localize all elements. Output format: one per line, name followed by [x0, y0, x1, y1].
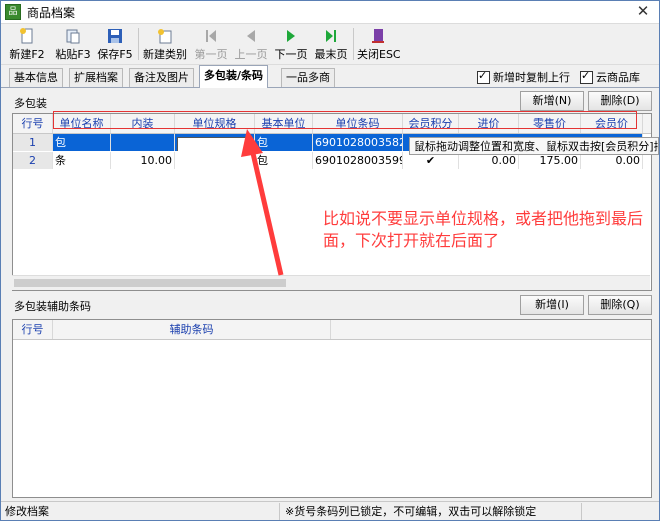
annotation-note: 比如说不要显示单位规格，或者把他拖到最后面，下次打开就在后面了 — [323, 209, 644, 250]
title-bar: 品 商品档案 ✕ — [1, 1, 659, 23]
tab-extended-archive[interactable]: 扩展档案 — [69, 68, 123, 87]
packaging-section-title: 多包装 — [14, 97, 47, 110]
last-page-icon — [326, 30, 336, 42]
status-bar: 修改档案 ※货号条码列已锁定，不可编辑，双击可以解除锁定 — [1, 501, 659, 520]
new-document-icon — [20, 28, 33, 44]
column-tooltip: 鼠标拖动调整位置和宽度、鼠标双击按[会员积分]排 — [409, 137, 659, 155]
row-number-cell: 2 — [13, 152, 53, 169]
first-page-button[interactable]: 第一页 — [191, 26, 231, 62]
save-button[interactable]: 保存F5 — [95, 26, 135, 62]
last-page-button[interactable]: 最末页 — [311, 26, 351, 62]
new-button[interactable]: 新建F2 — [5, 26, 49, 62]
close-button[interactable]: 关闭ESC — [357, 26, 401, 62]
close-window-button[interactable]: ✕ — [635, 2, 651, 20]
save-floppy-icon — [108, 29, 122, 43]
copy-on-new-checkbox[interactable]: 新增时复制上行 — [477, 69, 570, 85]
previous-page-icon — [247, 30, 255, 42]
tab-bar: 基本信息 扩展档案 备注及图片 多包装/条码 一品多商 新增时复制上行 云商品库 — [1, 65, 659, 88]
paste-icon — [66, 29, 80, 44]
delete-aux-barcode-button[interactable]: 删除(Q) — [588, 295, 652, 315]
annotation-arrow-icon — [241, 129, 284, 276]
tab-basic-info[interactable]: 基本信息 — [9, 68, 63, 87]
inner-qty-cell[interactable] — [111, 134, 175, 151]
status-mode: 修改档案 — [5, 505, 49, 518]
paste-button[interactable]: 粘贴F3 — [51, 26, 95, 62]
tab-multi-supplier[interactable]: 一品多商 — [281, 68, 335, 87]
exit-door-icon — [372, 29, 384, 43]
inner-qty-cell[interactable]: 10.00 — [111, 152, 175, 169]
cloud-library-checkbox[interactable]: 云商品库 — [580, 69, 640, 85]
toolbar-separator — [138, 28, 139, 60]
tab-notes-images[interactable]: 备注及图片 — [129, 68, 194, 87]
checkbox-checked-icon — [580, 69, 593, 84]
add-packaging-button[interactable]: 新增(N) — [520, 91, 584, 111]
product-archive-window: 品 商品档案 ✕ 新建F2 粘贴F3 保存F5 新建类别 第一页 上一页 下一页… — [0, 0, 660, 521]
add-aux-barcode-button[interactable]: 新增(I) — [520, 295, 584, 315]
aux-grid-header: 行号 辅助条码 — [13, 320, 651, 340]
annotation-highlight-box — [53, 111, 637, 129]
status-separator — [279, 503, 280, 520]
unit-barcode-cell[interactable]: 6901028003599 — [313, 152, 403, 169]
column-header-aux-barcode[interactable]: 辅助条码 — [53, 320, 331, 339]
next-page-button[interactable]: 下一页 — [271, 26, 311, 62]
column-header-row-no[interactable]: 行号 — [13, 320, 53, 339]
new-category-icon — [158, 29, 172, 44]
toolbar: 新建F2 粘贴F3 保存F5 新建类别 第一页 上一页 下一页 最末页 关闭ES… — [1, 23, 659, 65]
status-hint: ※货号条码列已锁定，不可编辑，双击可以解除锁定 — [285, 505, 537, 518]
first-page-icon — [206, 30, 216, 42]
toolbar-separator — [353, 28, 354, 60]
unit-name-cell[interactable]: 包 — [53, 134, 111, 151]
unit-name-cell[interactable]: 条 — [53, 152, 111, 169]
checkbox-checked-icon — [477, 69, 490, 84]
status-separator — [581, 503, 582, 520]
aux-barcode-section-title: 多包装辅助条码 — [14, 300, 91, 313]
packaging-horizontal-scrollbar[interactable] — [12, 275, 650, 290]
app-icon: 品 — [5, 4, 21, 20]
tab-multi-packaging[interactable]: 多包装/条码 — [199, 65, 269, 88]
delete-packaging-button[interactable]: 删除(D) — [588, 91, 652, 111]
row-number-cell: 1 — [13, 134, 53, 151]
new-category-button[interactable]: 新建类别 — [141, 26, 189, 62]
column-header-row-no[interactable]: 行号 — [13, 114, 53, 133]
scrollbar-thumb[interactable] — [14, 279, 286, 287]
aux-barcode-grid: 行号 辅助条码 — [12, 319, 652, 498]
next-page-icon — [287, 30, 295, 42]
previous-page-button[interactable]: 上一页 — [231, 26, 271, 62]
window-title: 商品档案 — [27, 5, 76, 20]
unit-barcode-cell[interactable]: 6901028003582 — [313, 134, 403, 151]
